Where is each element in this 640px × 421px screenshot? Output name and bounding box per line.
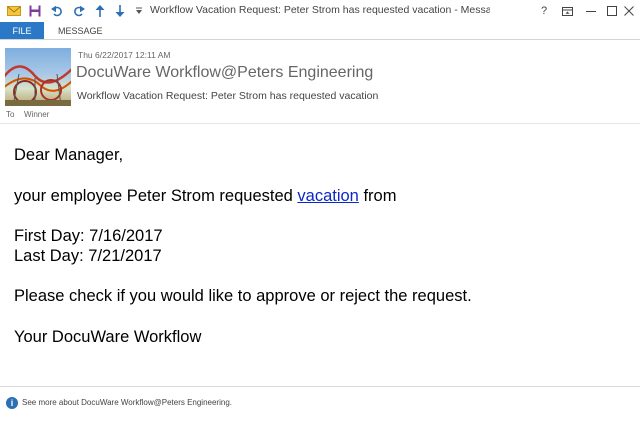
- message-header: Thu 6/22/2017 12:11 AM DocuWare Workflow…: [0, 40, 640, 122]
- up-arrow-icon[interactable]: [93, 3, 107, 19]
- signature: Your DocuWare Workflow: [14, 327, 202, 346]
- close-icon: [624, 6, 634, 16]
- maximize-icon: [607, 6, 617, 16]
- help-button[interactable]: ?: [533, 2, 555, 20]
- vacation-link[interactable]: vacation: [297, 187, 358, 205]
- minimize-icon: [586, 11, 596, 12]
- info-icon[interactable]: i: [6, 397, 18, 409]
- ribbon-tabs: FILE MESSAGE: [0, 22, 640, 40]
- message-subject: Workflow Vacation Request: Peter Strom h…: [77, 90, 379, 102]
- to-label: To: [6, 110, 15, 119]
- redo-icon[interactable]: [70, 3, 86, 19]
- intro-text: your employee Peter Strom requested: [14, 186, 298, 205]
- request-text: Please check if you would like to approv…: [14, 287, 472, 305]
- tab-file[interactable]: FILE: [0, 22, 44, 39]
- ribbon-display-button[interactable]: [556, 2, 578, 20]
- people-pane: i See more about DocuWare Workflow@Peter…: [0, 386, 640, 421]
- see-more-text[interactable]: See more about DocuWare Workflow@Peters …: [22, 398, 232, 407]
- ribbon-display-icon: [561, 6, 573, 16]
- close-button[interactable]: [618, 2, 640, 20]
- sender-name[interactable]: DocuWare Workflow@Peters Engineering: [76, 64, 373, 82]
- window-title: Workflow Vacation Request: Peter Strom h…: [150, 4, 490, 16]
- first-day: First Day: 7/16/2017: [14, 227, 163, 245]
- recipient-name[interactable]: Winner: [24, 110, 49, 119]
- mail-icon: [6, 3, 22, 19]
- message-body: Dear Manager, your employee Peter Strom …: [14, 146, 614, 347]
- greeting: Dear Manager,: [14, 146, 124, 164]
- save-icon[interactable]: [27, 3, 43, 19]
- roller-coaster-image: [5, 65, 71, 106]
- customize-icon[interactable]: [133, 3, 145, 19]
- sender-photo[interactable]: [5, 48, 71, 106]
- message-datetime: Thu 6/22/2017 12:11 AM: [78, 50, 171, 60]
- tab-message[interactable]: MESSAGE: [52, 22, 109, 39]
- intro-line: your employee Peter Strom requested vaca…: [14, 187, 614, 207]
- last-day: Last Day: 7/21/2017: [14, 246, 162, 265]
- intro-suffix: from: [358, 186, 397, 205]
- down-arrow-icon[interactable]: [113, 3, 127, 19]
- header-divider: [0, 123, 640, 124]
- minimize-button[interactable]: [580, 2, 602, 20]
- undo-icon[interactable]: [49, 3, 65, 19]
- title-bar: Workflow Vacation Request: Peter Strom h…: [0, 0, 640, 22]
